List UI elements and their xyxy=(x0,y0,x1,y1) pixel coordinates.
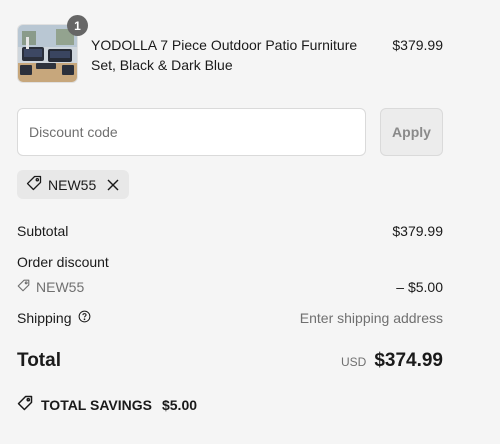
total-amount: $374.99 xyxy=(374,350,443,371)
subtotal-value: $379.99 xyxy=(392,223,443,239)
order-discount-value: – $5.00 xyxy=(396,279,443,295)
subtotal-row: Subtotal $379.99 xyxy=(17,222,443,240)
total-amount-group: USD $374.99 xyxy=(341,350,443,372)
order-discount-code-text: NEW55 xyxy=(36,279,85,295)
total-savings-label: TOTAL SAVINGS xyxy=(41,396,152,413)
product-thumbnail xyxy=(17,24,78,83)
tag-icon xyxy=(17,278,30,296)
product-thumbnail-wrapper: 1 xyxy=(17,15,88,83)
help-icon[interactable] xyxy=(78,309,91,327)
order-line-item: 1 YODOLLA 7 Piece Outdoor Patio Furnitur… xyxy=(17,15,443,84)
product-price: $379.99 xyxy=(392,37,443,53)
order-discount-row: Order discount xyxy=(17,253,443,271)
product-title: YODOLLA 7 Piece Outdoor Patio Furniture … xyxy=(91,37,358,73)
discount-form: Apply xyxy=(17,108,443,156)
total-savings-amount: $5.00 xyxy=(161,396,198,413)
order-discount-label: Order discount xyxy=(17,254,109,270)
close-icon[interactable] xyxy=(106,178,120,192)
shipping-label: Shipping xyxy=(17,310,72,326)
shipping-label-group: Shipping xyxy=(17,309,91,327)
applied-discount-code: NEW55 xyxy=(48,176,97,193)
total-row: Total USD $374.99 xyxy=(17,348,443,374)
order-discount-code-row: NEW55 – $5.00 xyxy=(17,278,443,296)
discount-code-input[interactable] xyxy=(17,108,366,156)
tag-icon xyxy=(26,175,42,194)
shipping-row: Shipping Enter shipping address xyxy=(17,309,443,327)
tag-icon xyxy=(17,395,33,414)
total-savings: TOTAL SAVINGS $5.00 xyxy=(17,395,197,414)
shipping-value: Enter shipping address xyxy=(299,310,443,326)
total-label: Total xyxy=(17,350,61,371)
apply-discount-button[interactable]: Apply xyxy=(380,108,443,156)
currency-code: USD xyxy=(340,355,367,369)
quantity-badge: 1 xyxy=(67,15,88,36)
order-discount-code: NEW55 xyxy=(17,278,84,296)
subtotal-label: Subtotal xyxy=(17,223,69,239)
patio-furniture-thumbnail xyxy=(18,25,77,82)
applied-discount-chip: NEW55 xyxy=(17,170,130,199)
